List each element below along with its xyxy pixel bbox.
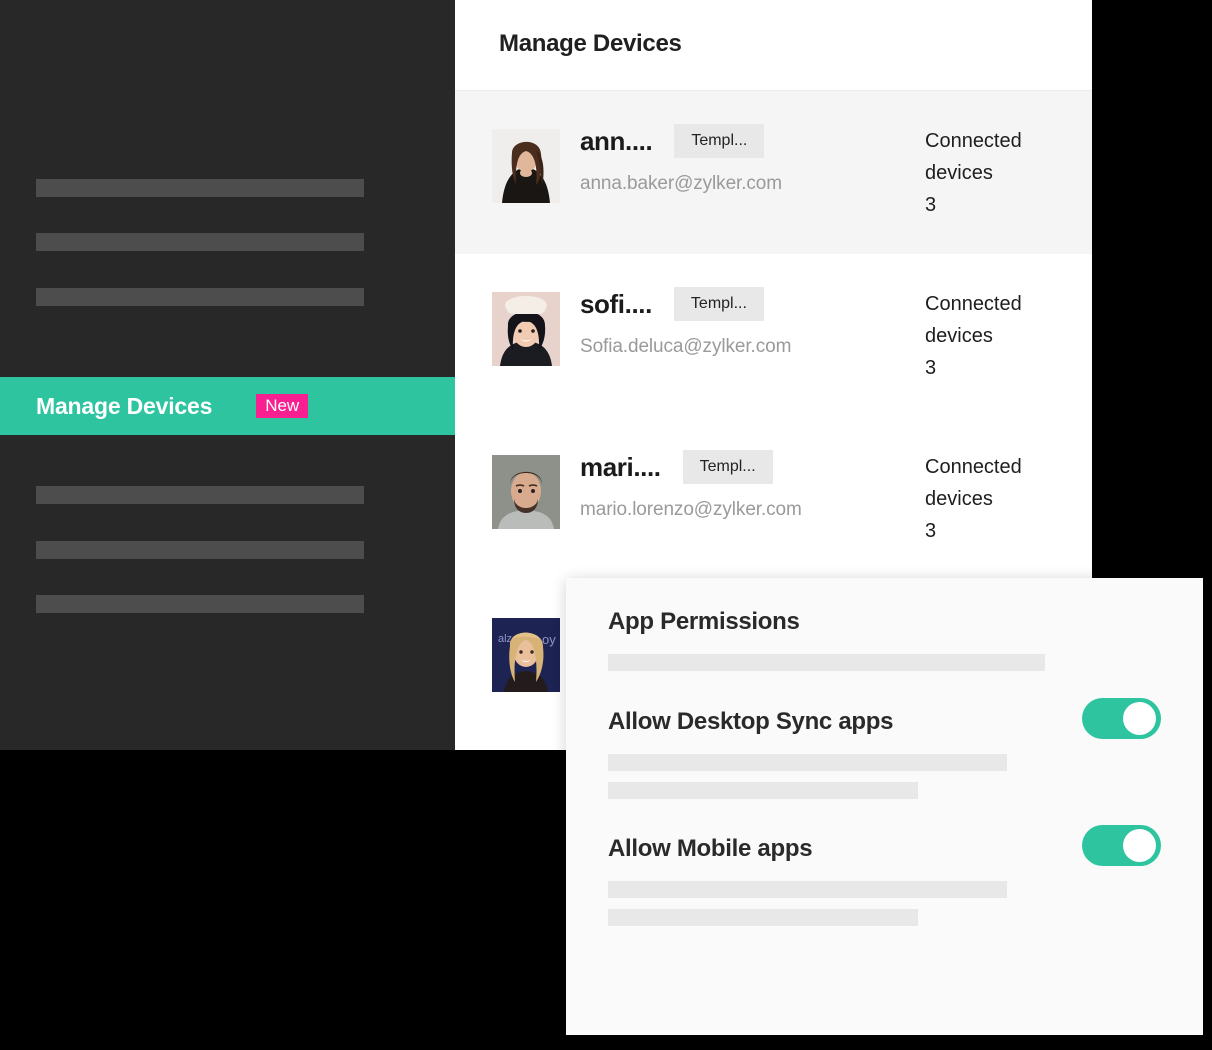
svg-text:oy: oy [542,632,556,647]
user-tag[interactable]: Templ... [682,450,773,484]
toggle-allow-desktop-sync-apps[interactable] [1082,698,1161,739]
avatar [492,292,560,366]
connected-devices-cell: Connected devices 3 [925,288,1065,384]
sidebar-placeholder-bar [36,486,364,504]
connected-devices-label-line1: Connected [925,293,1022,315]
user-name: mari.... [580,451,661,482]
screenshot-canvas: Manage Devices New Manage Devices ann...… [0,0,1212,1050]
user-info: ann.... Templ... anna.baker@zylker.com [580,123,782,195]
sidebar: Manage Devices New [0,0,455,750]
sidebar-placeholder-bar [36,595,364,613]
panel-title: App Permissions [608,608,800,635]
connected-devices-cell: Connected devices 3 [925,451,1065,547]
connected-devices-label-line2: devices [925,325,993,347]
connected-devices-count: 3 [925,194,937,216]
user-name: ann.... [580,125,653,156]
sidebar-placeholder-bar [36,179,364,197]
permission-label: Allow Mobile apps [608,835,813,862]
avatar [492,455,560,529]
connected-devices-count: 3 [925,357,937,379]
page-title: Manage Devices [499,30,682,57]
table-row[interactable]: mari.... Templ... mario.lorenzo@zylker.c… [455,417,1092,580]
user-email: mario.lorenzo@zylker.com [580,499,802,520]
panel-placeholder-bar [608,909,918,926]
user-info: sofi.... Templ... Sofia.deluca@zylker.co… [580,286,791,358]
user-info: mari.... Templ... mario.lorenzo@zylker.c… [580,449,802,521]
connected-devices-count: 3 [925,520,937,542]
avatar: alz oy [492,618,560,692]
connected-devices-cell: Connected devices 3 [925,125,1065,221]
sidebar-placeholder-bar [36,541,364,559]
svg-text:alz: alz [498,633,512,645]
toggle-allow-mobile-apps[interactable] [1082,825,1161,866]
sidebar-item-manage-devices[interactable]: Manage Devices New [0,377,455,435]
table-row[interactable]: ann.... Templ... anna.baker@zylker.com C… [455,91,1092,254]
app-permissions-panel: App Permissions Allow Desktop Sync apps … [566,578,1203,1035]
toggle-knob [1123,829,1156,862]
new-badge: New [256,393,309,419]
toggle-knob [1123,702,1156,735]
card-header: Manage Devices [455,0,1092,91]
user-email: anna.baker@zylker.com [580,173,783,194]
connected-devices-label-line2: devices [925,488,993,510]
panel-placeholder-bar [608,881,1007,898]
sidebar-placeholder-bar [36,233,364,251]
permission-label: Allow Desktop Sync apps [608,708,894,735]
connected-devices-label-line2: devices [925,162,993,184]
user-tag[interactable]: Templ... [674,124,765,158]
sidebar-placeholder-bar [36,288,364,306]
user-email: Sofia.deluca@zylker.com [580,336,792,357]
panel-placeholder-bar [608,654,1045,671]
connected-devices-label-line1: Connected [925,130,1022,152]
user-name: sofi.... [580,288,652,319]
table-row[interactable]: sofi.... Templ... Sofia.deluca@zylker.co… [455,254,1092,417]
connected-devices-label-line1: Connected [925,456,1022,478]
user-tag[interactable]: Templ... [673,287,764,321]
panel-placeholder-bar [608,782,918,799]
sidebar-item-label: Manage Devices [36,392,213,419]
panel-placeholder-bar [608,754,1007,771]
avatar [492,129,560,203]
